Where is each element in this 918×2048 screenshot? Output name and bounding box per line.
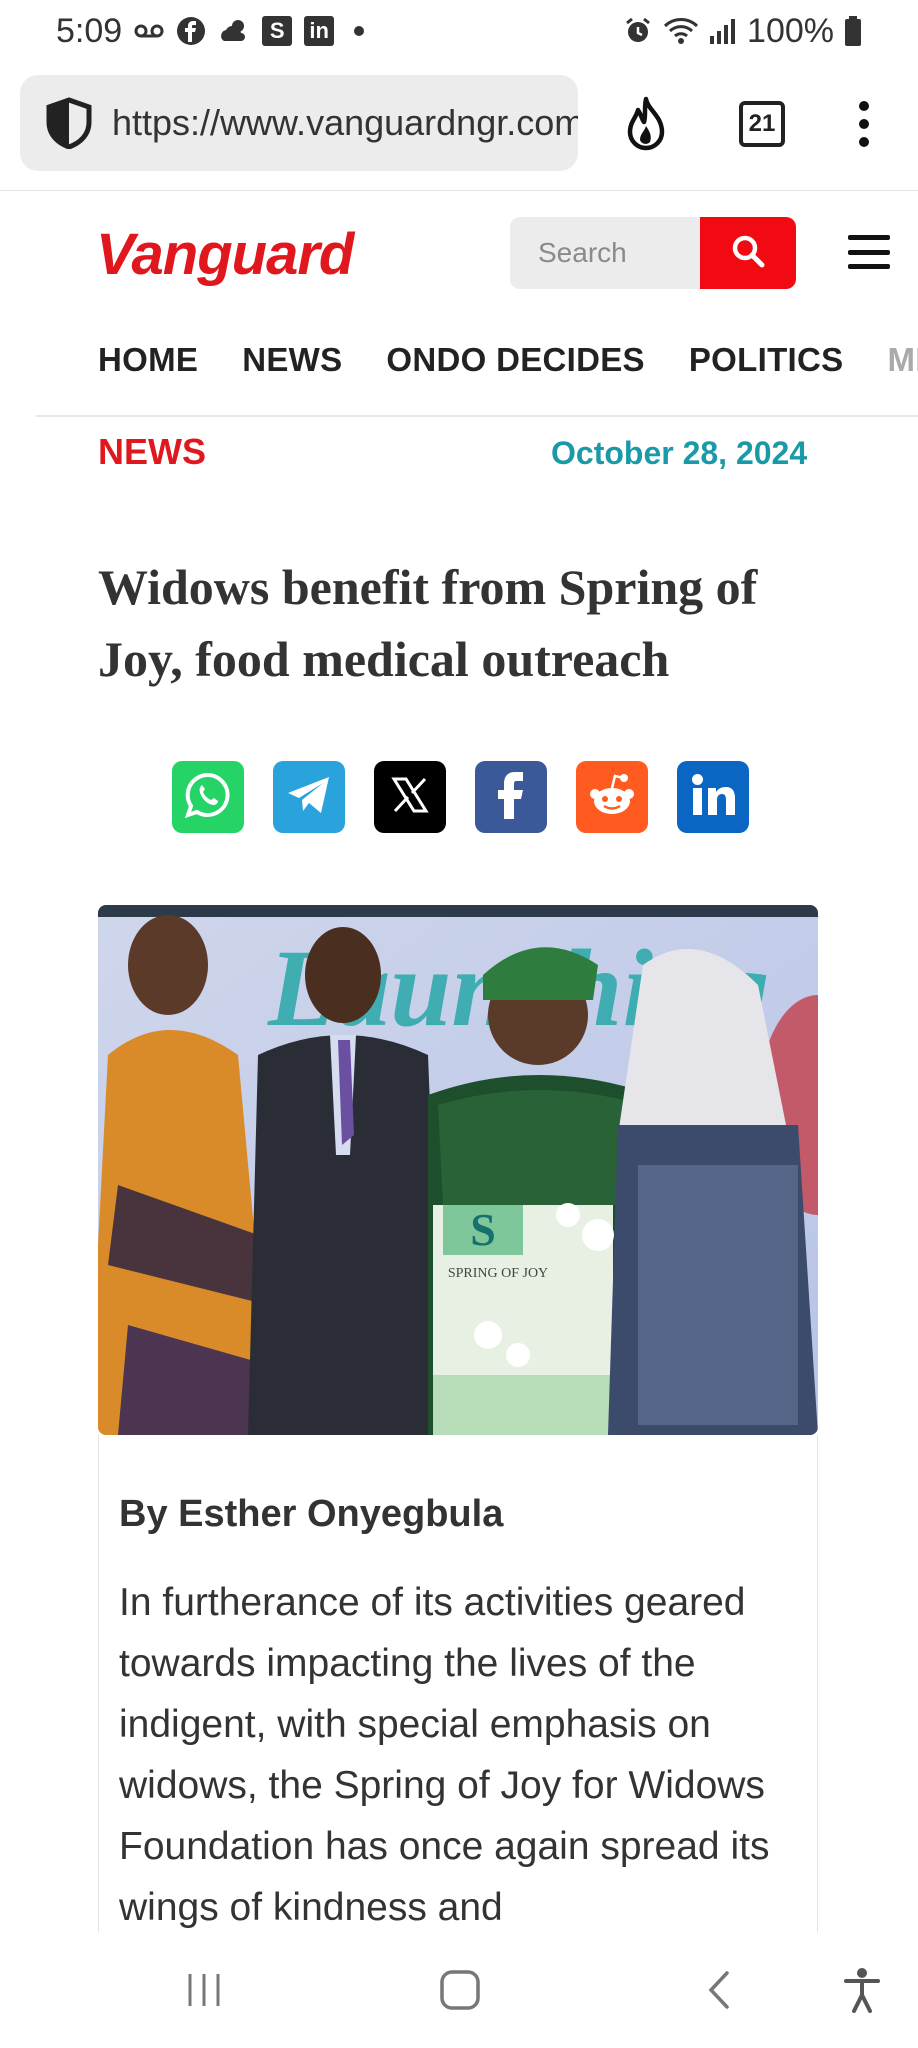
more-dot-icon	[354, 26, 365, 36]
telegram-icon	[285, 773, 333, 822]
facebook-f-icon	[496, 771, 526, 824]
cake-label: SPRING OF JOY	[448, 1266, 548, 1281]
s-app-icon: S	[262, 16, 293, 46]
signal-icon	[709, 18, 737, 44]
x-icon	[391, 776, 429, 819]
nav-news[interactable]: NEWS	[242, 341, 342, 379]
web-page: Vanguard HOME NEWS ONDO DECIDES POLITICS…	[0, 190, 918, 1932]
article-date: October 28, 2024	[551, 435, 808, 471]
battery-percent: 100%	[747, 11, 834, 50]
whatsapp-icon	[183, 770, 233, 825]
article-title: Widows benefit from Spring of Joy, food …	[98, 559, 758, 687]
reddit-icon	[586, 772, 638, 823]
voicemail-icon	[134, 21, 164, 41]
menu-icon[interactable]	[848, 235, 890, 269]
share-bar	[172, 761, 749, 833]
nav-divider	[36, 415, 918, 417]
whatsapp-share-button[interactable]	[172, 761, 244, 833]
linkedin-icon: in	[304, 16, 335, 46]
battery-icon	[844, 16, 862, 46]
search-icon	[730, 233, 766, 274]
search-button[interactable]	[700, 217, 796, 289]
article-hero-image[interactable]: Launching S SPRING OF JOY	[98, 905, 818, 1435]
address-bar[interactable]: https://www.vanguardngr.com	[20, 75, 578, 171]
nav-more-partial[interactable]: ME	[887, 341, 918, 379]
recents-icon[interactable]	[174, 1962, 234, 2018]
home-icon[interactable]	[430, 1962, 490, 2018]
accessibility-icon[interactable]	[832, 1962, 892, 2018]
tab-count[interactable]: 21	[739, 101, 785, 147]
facebook-share-button[interactable]	[475, 761, 547, 833]
article-byline: By Esther Onyegbula	[119, 1493, 504, 1535]
article-body: By Esther Onyegbula In furtherance of it…	[98, 1435, 818, 1932]
url-text[interactable]: https://www.vanguardngr.com	[112, 102, 578, 144]
flame-icon[interactable]	[614, 92, 678, 156]
more-vert-icon[interactable]	[832, 92, 896, 156]
shield-icon[interactable]	[44, 97, 94, 149]
search-input[interactable]	[510, 217, 700, 289]
browser-toolbar: https://www.vanguardngr.com 21	[0, 62, 918, 190]
back-icon[interactable]	[688, 1962, 748, 2018]
clock: 5:09	[56, 11, 123, 50]
weather-icon	[218, 17, 250, 45]
svg-text:S: S	[470, 1204, 496, 1255]
tabs-icon[interactable]: 21	[730, 92, 794, 156]
system-navigation-bar	[0, 1932, 918, 2048]
linkedin-share-button[interactable]	[677, 761, 749, 833]
nav-home[interactable]: HOME	[98, 341, 198, 379]
site-logo[interactable]: Vanguard	[96, 221, 354, 288]
reddit-share-button[interactable]	[576, 761, 648, 833]
nav-politics[interactable]: POLITICS	[689, 341, 844, 379]
facebook-icon	[176, 16, 206, 46]
nav-ondo-decides[interactable]: ONDO DECIDES	[386, 341, 644, 379]
wifi-icon	[663, 16, 699, 46]
telegram-share-button[interactable]	[273, 761, 345, 833]
x-share-button[interactable]	[374, 761, 446, 833]
status-bar: 5:09 S in 100%	[0, 0, 918, 62]
search-box	[510, 217, 796, 289]
article-category[interactable]: NEWS	[98, 431, 206, 473]
site-nav: HOME NEWS ONDO DECIDES POLITICS ME	[98, 341, 918, 379]
linkedin-in-icon	[690, 773, 736, 822]
alarm-icon	[623, 16, 653, 46]
article-paragraph: In furtherance of its activities geared …	[119, 1581, 770, 1929]
